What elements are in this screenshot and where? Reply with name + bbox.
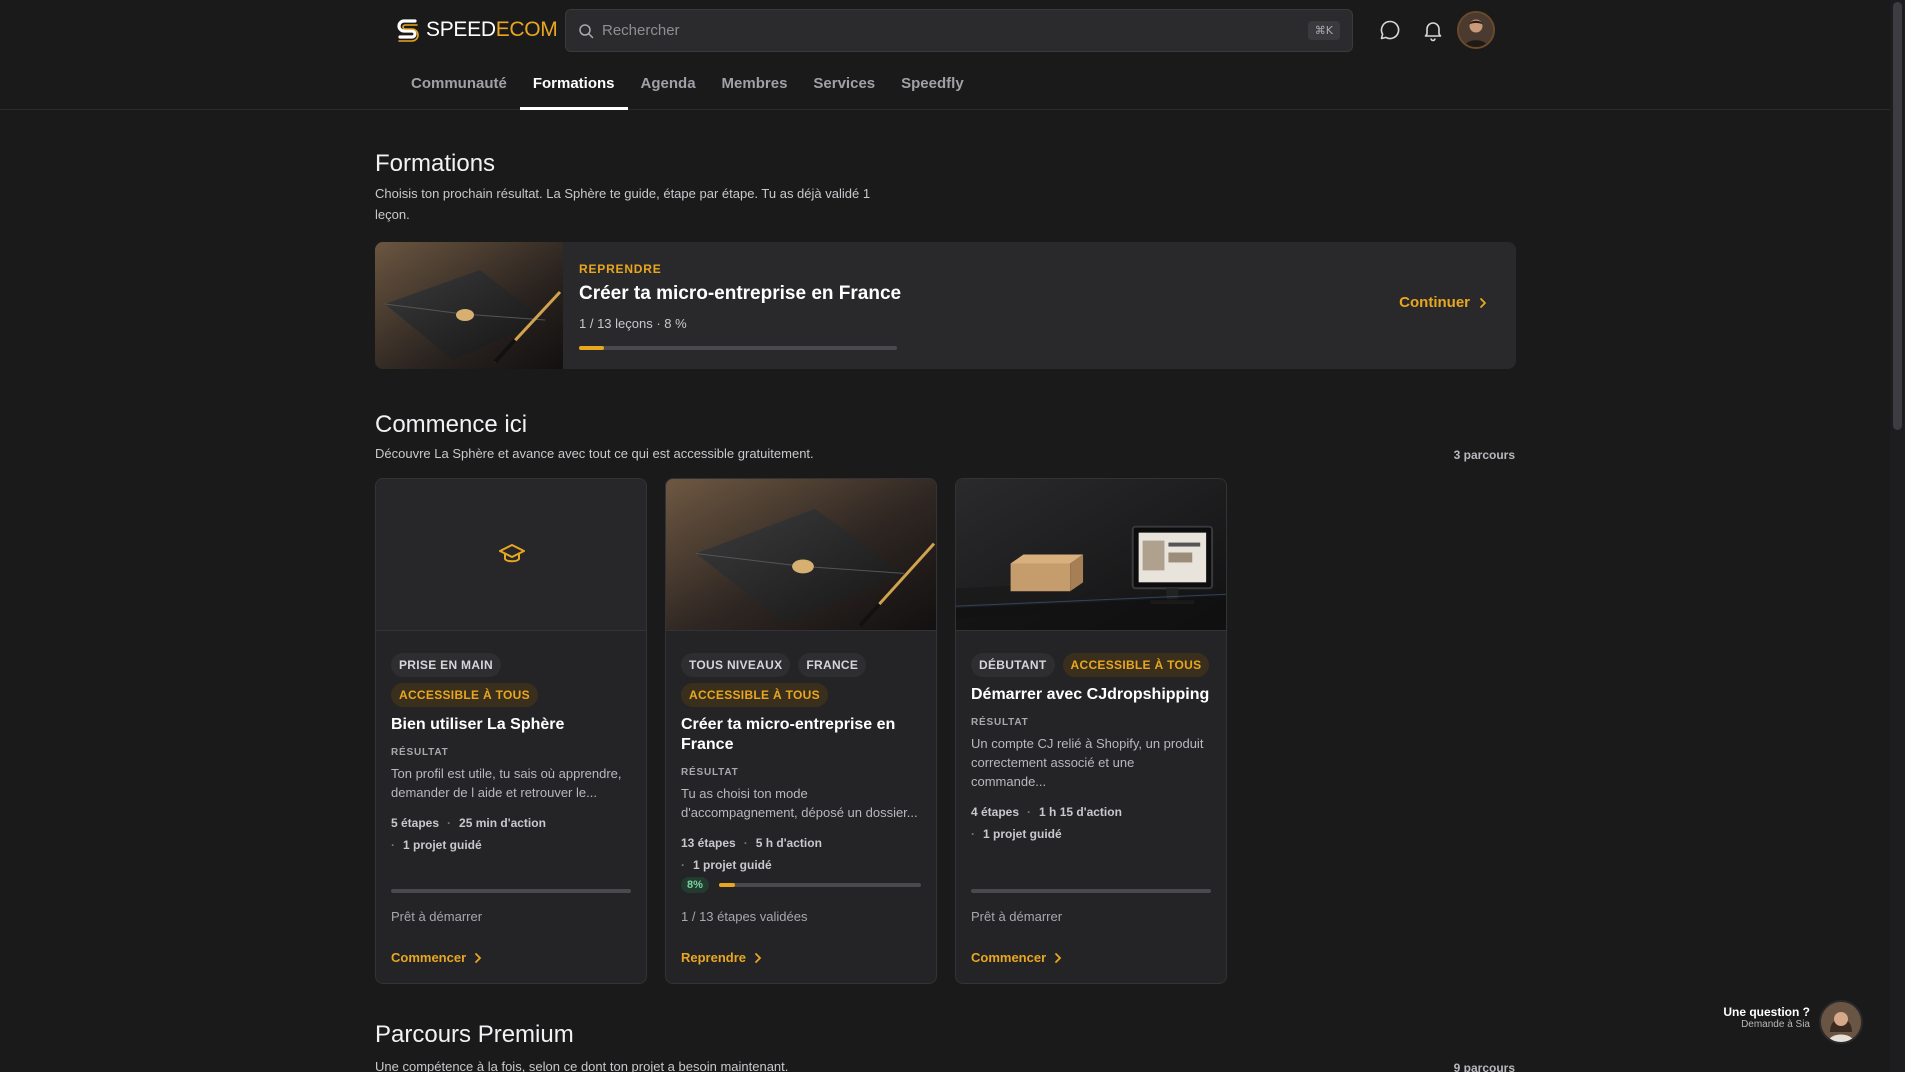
start-course-count: 3 parcours	[1453, 448, 1515, 462]
course-description: Un compte CJ relié à Shopify, un produit…	[971, 736, 1204, 789]
start-course-button[interactable]: Commencer	[971, 950, 1211, 965]
section-title-start: Commence ici	[375, 411, 528, 438]
page-title: Formations	[375, 150, 496, 177]
user-avatar-image	[1459, 13, 1493, 47]
course-progress-fill	[718, 883, 736, 887]
access-tag: ACCESSIBLE À TOUS	[391, 683, 538, 707]
level-tag: DÉBUTANT	[971, 653, 1055, 677]
result-label: RÉSULTAT	[681, 767, 739, 778]
tab-services[interactable]: Services	[800, 66, 888, 109]
resume-course-label: Reprendre	[681, 950, 747, 965]
tab-communaute[interactable]: Communauté	[398, 66, 520, 109]
brand-name: SPEEDECOM	[426, 18, 558, 41]
search-icon	[579, 23, 594, 38]
resume-label: REPRENDRE	[579, 262, 662, 276]
access-tag: ACCESSIBLE À TOUS	[1062, 653, 1210, 677]
start-course-label: Commencer	[971, 950, 1047, 965]
course-card-bien-utiliser[interactable]: PRISE EN MAIN ACCESSIBLE À TOUS Bien uti…	[375, 478, 647, 984]
course-description: Ton profil est utile, tu sais où apprend…	[391, 766, 622, 800]
search-shortcut: ⌘K	[1307, 21, 1340, 40]
resume-progress-bar	[579, 346, 897, 350]
chevron-right-icon	[755, 952, 762, 963]
start-course-button[interactable]: Commencer	[391, 950, 631, 965]
page-scrollbar[interactable]	[1890, 0, 1905, 1072]
course-thumbnail-notebook	[666, 479, 936, 631]
course-progress-bar	[391, 889, 631, 893]
resume-course-button[interactable]: Reprendre	[681, 950, 921, 965]
result-label: RÉSULTAT	[391, 747, 449, 758]
notifications-bell-icon[interactable]	[1421, 18, 1445, 42]
course-card-micro-entreprise[interactable]: TOUS NIVEAUX FRANCE ACCESSIBLE À TOUS Cr…	[665, 478, 937, 984]
course-facts: 4 étapes · 1 h 15 d'action · 1 projet guidé	[971, 805, 1122, 841]
user-avatar[interactable]	[1457, 11, 1495, 49]
tab-agenda[interactable]: Agenda	[628, 66, 709, 109]
continue-button-label: Continuer	[1399, 294, 1470, 311]
level-tag: PRISE EN MAIN	[391, 653, 501, 677]
progress-percent-badge: 8%	[681, 877, 709, 893]
chevron-right-icon	[1480, 297, 1486, 308]
course-thumbnail-dropshipping	[956, 479, 1226, 631]
resume-progress-text: 1 / 13 leçons · 8 %	[579, 316, 687, 331]
course-status: 1 / 13 étapes validées	[681, 909, 808, 924]
resume-progress-fill	[579, 346, 605, 350]
search-bar[interactable]: ⌘K	[565, 9, 1353, 52]
course-progress: 8%	[681, 877, 921, 893]
course-progress-bar	[971, 889, 1211, 893]
course-card-cjdropshipping[interactable]: DÉBUTANT ACCESSIBLE À TOUS Démarrer avec…	[955, 478, 1227, 984]
brand-logo[interactable]: SPEEDECOM	[394, 16, 558, 44]
level-tag: TOUS NIVEAUX	[681, 653, 791, 677]
premium-course-count: 9 parcours	[1453, 1061, 1515, 1072]
assistant-avatar-image	[1821, 1002, 1861, 1042]
course-title: Bien utiliser La Sphère	[391, 716, 565, 733]
resume-course-card[interactable]: REPRENDRE Créer ta micro-entreprise en F…	[375, 242, 1516, 369]
start-course-label: Commencer	[391, 950, 467, 965]
course-thumbnail-notebook	[375, 242, 563, 369]
graduation-cap-icon	[499, 544, 525, 563]
main-nav: Communauté Formations Agenda Membres Ser…	[398, 66, 977, 110]
course-status: Prêt à démarrer	[971, 909, 1063, 924]
help-prompt[interactable]: Une question ? Demande à Sia	[1722, 1005, 1810, 1030]
chevron-right-icon	[475, 952, 482, 963]
access-tag: ACCESSIBLE À TOUS	[681, 683, 828, 707]
country-tag: FRANCE	[798, 653, 867, 677]
page-subtitle: Choisis ton prochain résultat. La Sphère…	[375, 186, 871, 222]
section-subtitle-start: Découvre La Sphère et avance avec tout c…	[375, 446, 814, 461]
course-card-media	[376, 479, 646, 631]
tab-formations[interactable]: Formations	[519, 66, 628, 110]
section-title-premium: Parcours Premium	[375, 1021, 574, 1048]
top-bar: SPEEDECOM ⌘K Communauté Formations Agend…	[0, 0, 1890, 110]
chevron-right-icon	[1055, 952, 1062, 963]
help-question: Une question ?	[1723, 1005, 1810, 1019]
course-progress-bar	[718, 883, 921, 887]
course-facts: 5 étapes · 25 min d'action · 1 projet guidé	[391, 816, 546, 852]
assistant-avatar[interactable]	[1819, 1000, 1863, 1044]
messages-icon[interactable]	[1378, 18, 1402, 42]
course-status: Prêt à démarrer	[391, 909, 483, 924]
scrollbar-thumb[interactable]	[1893, 2, 1902, 430]
continue-button[interactable]: Continuer	[1399, 294, 1488, 311]
search-input[interactable]	[602, 22, 1308, 39]
speedecom-logo-icon	[397, 19, 419, 42]
tab-speedfly[interactable]: Speedfly	[888, 66, 977, 109]
help-subtext: Demande à Sia	[1741, 1019, 1810, 1030]
course-description: Tu as choisi ton mode d'accompagnement, d…	[681, 786, 918, 820]
tab-membres[interactable]: Membres	[709, 66, 801, 109]
course-facts: 13 étapes · 5 h d'action · 1 projet guidé	[681, 836, 822, 872]
course-title: Démarrer avec CJdropshipping	[971, 686, 1210, 703]
course-title: Créer ta micro-entreprise en France	[681, 716, 896, 753]
section-subtitle-premium: Une compétence à la fois, selon ce dont …	[375, 1059, 789, 1072]
resume-course-title: Créer ta micro-entreprise en France	[579, 283, 902, 304]
result-label: RÉSULTAT	[971, 717, 1029, 728]
